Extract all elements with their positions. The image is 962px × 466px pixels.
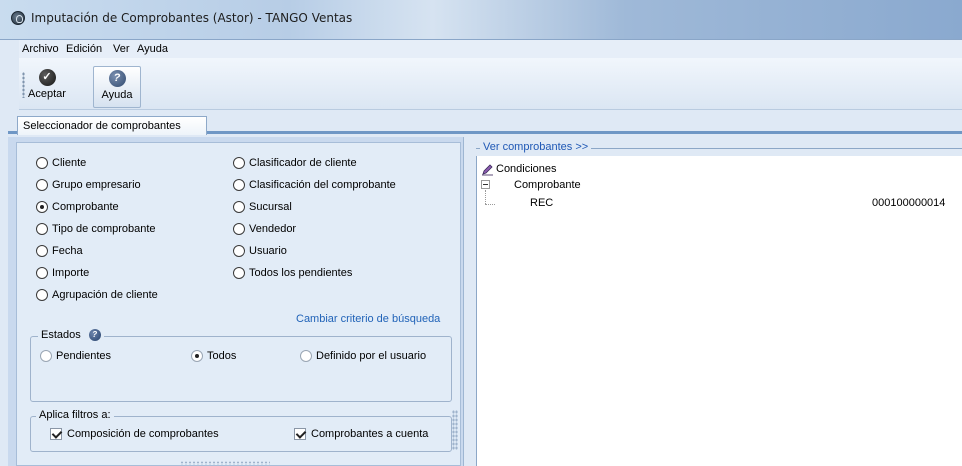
radio-label: Pendientes [56, 350, 112, 362]
radio-label: Comprobante [52, 201, 119, 213]
checkbox-composicion[interactable]: Composición de comprobantes [50, 428, 219, 440]
radio-circle [36, 223, 48, 235]
radio-circle [233, 267, 245, 279]
help-icon: ? [108, 70, 126, 87]
radio-agrupacion-cliente[interactable]: Agrupación de cliente [36, 289, 158, 301]
tree-leaf-value: 000100000014 [872, 197, 946, 209]
accept-button[interactable]: ✓ Aceptar [23, 66, 71, 108]
radio-label: Clasificador de cliente [249, 157, 357, 169]
estados-group [30, 336, 452, 402]
radio-circle [36, 179, 48, 191]
radio-circle [233, 245, 245, 257]
radio-label: Cliente [52, 157, 87, 169]
tree-line [485, 190, 486, 204]
menu-edicion[interactable]: Edición [66, 43, 102, 55]
radio-clasificador-cliente[interactable]: Clasificador de cliente [233, 157, 357, 169]
radio-label: Usuario [249, 245, 287, 257]
radio-todos-pendientes[interactable]: Todos los pendientes [233, 267, 352, 279]
help-button[interactable]: ? Ayuda [93, 66, 141, 108]
tree-node-comprobante[interactable]: Comprobante [514, 179, 581, 191]
radio-label: Definido por el usuario [316, 350, 427, 362]
radio-cliente[interactable]: Cliente [36, 157, 86, 169]
filters-title-text: Aplica filtros a: [39, 409, 111, 421]
tree-line [485, 204, 495, 205]
radio-importe[interactable]: Importe [36, 267, 89, 279]
radio-label: Grupo empresario [52, 179, 141, 191]
radio-label: Clasificación del comprobante [249, 179, 396, 191]
radio-label: Sucursal [249, 201, 292, 213]
menu-bar: Archivo Edición Ver Ayuda [19, 40, 962, 58]
app-icon [11, 11, 25, 25]
radio-circle [36, 289, 48, 301]
menu-ver[interactable]: Ver [113, 43, 130, 55]
checkbox-label: Comprobantes a cuenta [311, 428, 429, 440]
radio-circle [36, 267, 48, 279]
radio-label: Todos [207, 350, 237, 362]
menu-ayuda[interactable]: Ayuda [137, 43, 168, 55]
tree-leaf-rec[interactable]: REC [530, 197, 553, 209]
checkbox-box [294, 428, 306, 440]
radio-pendientes[interactable]: Pendientes [40, 350, 111, 362]
tab-seleccionador[interactable]: Seleccionador de comprobantes [17, 116, 207, 135]
checkbox-label: Composición de comprobantes [67, 428, 219, 440]
title-bar[interactable]: Imputación de Comprobantes (Astor) - TAN… [0, 0, 962, 40]
radio-circle [233, 223, 245, 235]
radio-label: Agrupación de cliente [52, 289, 158, 301]
radio-label: Vendedor [249, 223, 297, 235]
help-label: Ayuda [101, 89, 133, 101]
radio-circle-selected [36, 201, 48, 213]
radio-grupo-empresario[interactable]: Grupo empresario [36, 179, 141, 191]
radio-definido-usuario[interactable]: Definido por el usuario [300, 350, 426, 362]
menu-archivo[interactable]: Archivo [22, 43, 59, 55]
radio-circle [40, 350, 52, 362]
change-criteria-link[interactable]: Cambiar criterio de búsqueda [296, 313, 440, 325]
splitter-grip[interactable] [180, 461, 270, 465]
radio-tipo-comprobante[interactable]: Tipo de comprobante [36, 223, 156, 235]
tab-strip: Seleccionador de comprobantes [8, 110, 962, 135]
toolbar: ✓ Aceptar ? Ayuda [19, 58, 962, 110]
tree-root-condiciones[interactable]: Condiciones [496, 163, 557, 175]
radio-circle [233, 179, 245, 191]
estados-title-text: Estados [41, 329, 81, 341]
radio-sucursal[interactable]: Sucursal [233, 201, 292, 213]
window-title: Imputación de Comprobantes (Astor) - TAN… [31, 11, 353, 25]
radio-circle [36, 157, 48, 169]
radio-circle [36, 245, 48, 257]
pencil-icon [482, 164, 493, 176]
radio-label: Fecha [52, 245, 83, 257]
radio-label: Todos los pendientes [249, 267, 353, 279]
estados-title: Estados ? [38, 329, 104, 341]
radio-circle [300, 350, 312, 362]
radio-usuario[interactable]: Usuario [233, 245, 287, 257]
help-icon[interactable]: ? [88, 329, 101, 341]
radio-vendedor[interactable]: Vendedor [233, 223, 296, 235]
radio-label: Tipo de comprobante [52, 223, 156, 235]
ver-comprobantes-link[interactable]: Ver comprobantes >> [480, 141, 592, 153]
filters-title: Aplica filtros a: [36, 409, 114, 421]
checkbox-a-cuenta[interactable]: Comprobantes a cuenta [294, 428, 428, 440]
radio-fecha[interactable]: Fecha [36, 245, 83, 257]
panel-resize-grip[interactable] [452, 410, 458, 450]
radio-label: Importe [52, 267, 90, 279]
radio-circle [233, 157, 245, 169]
check-icon: ✓ [38, 69, 56, 86]
radio-comprobante[interactable]: Comprobante [36, 201, 119, 213]
collapse-icon[interactable] [481, 180, 490, 189]
radio-todos[interactable]: Todos [191, 350, 236, 362]
radio-clasificacion-comprobante[interactable]: Clasificación del comprobante [233, 179, 396, 191]
accept-label: Aceptar [28, 88, 66, 100]
radio-circle [233, 201, 245, 213]
radio-circle-selected [191, 350, 203, 362]
checkbox-box [50, 428, 62, 440]
